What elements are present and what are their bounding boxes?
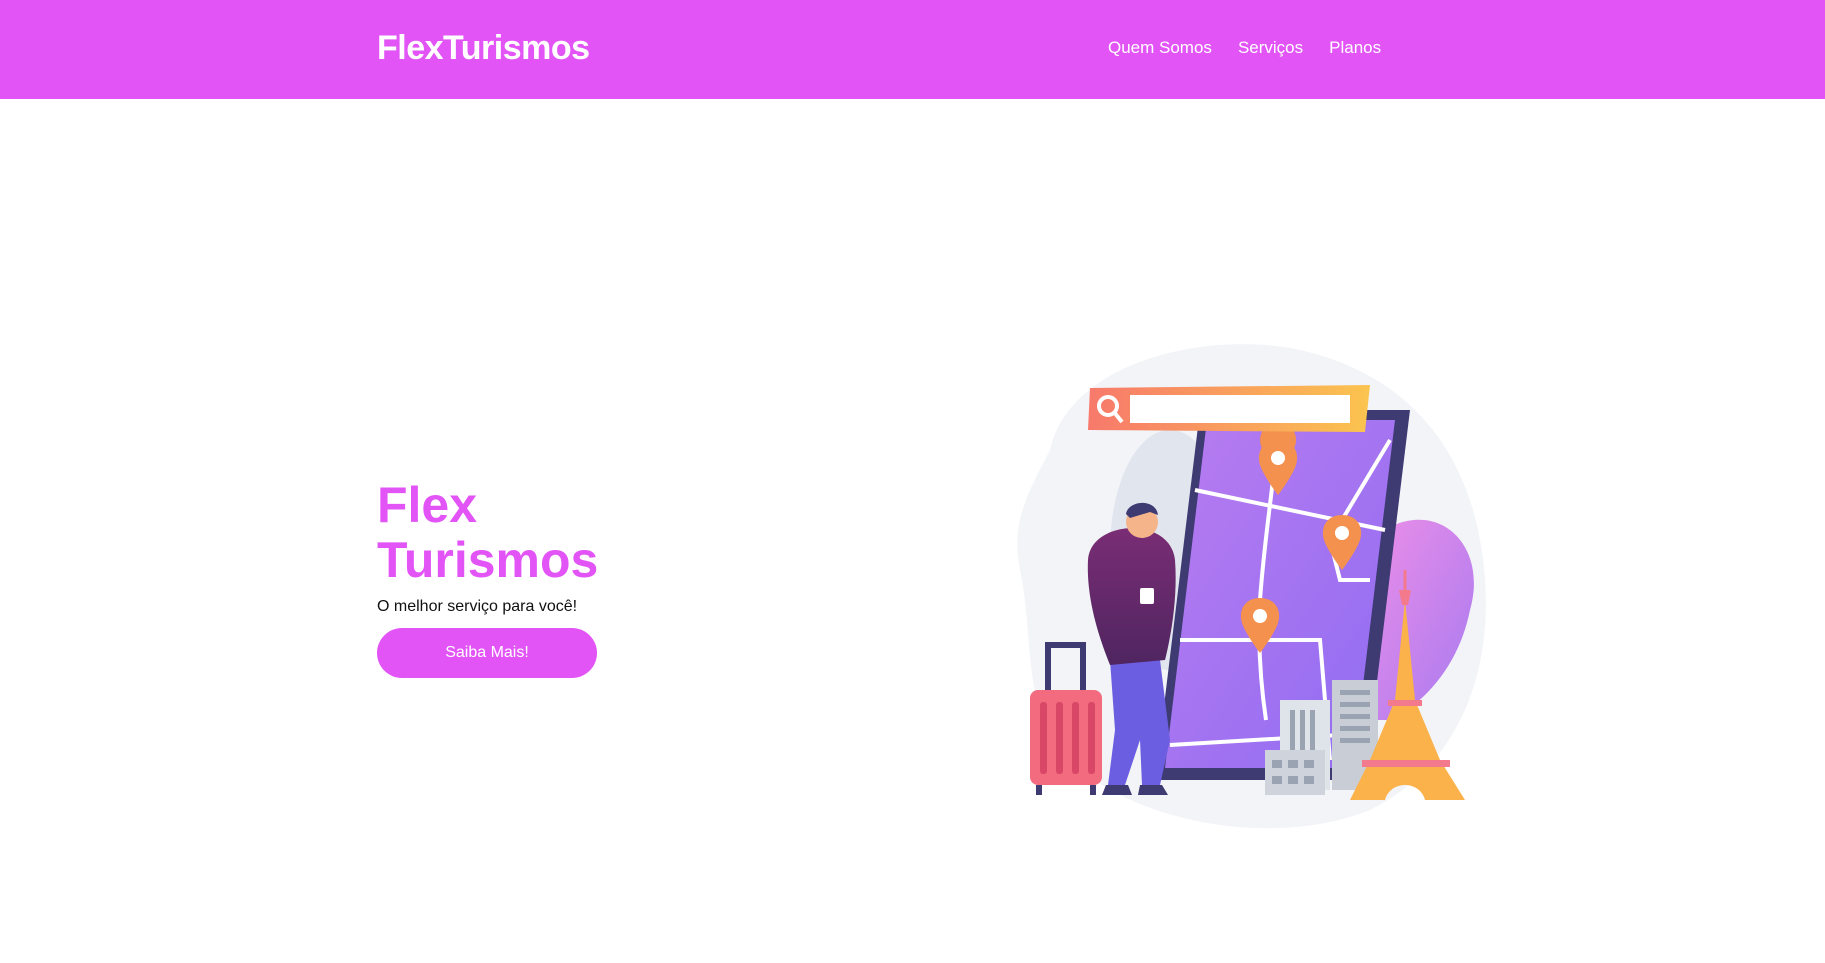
nav-link-quem-somos[interactable]: Quem Somos — [1108, 38, 1212, 58]
saiba-mais-button[interactable]: Saiba Mais! — [377, 628, 597, 678]
search-bar-icon — [1088, 385, 1370, 432]
travel-map-illustration — [1017, 344, 1486, 829]
top-navbar: FlexTurismos Quem Somos Serviços Planos — [0, 0, 1825, 99]
brand-logo[interactable]: FlexTurismos — [377, 29, 590, 68]
main-nav: Quem Somos Serviços Planos — [1108, 38, 1381, 58]
hero-subtitle: O melhor serviço para você! — [377, 598, 578, 615]
nav-link-planos[interactable]: Planos — [1329, 38, 1381, 58]
nav-link-servicos[interactable]: Serviços — [1238, 38, 1303, 58]
hero-title: Flex Turismos — [377, 477, 599, 588]
